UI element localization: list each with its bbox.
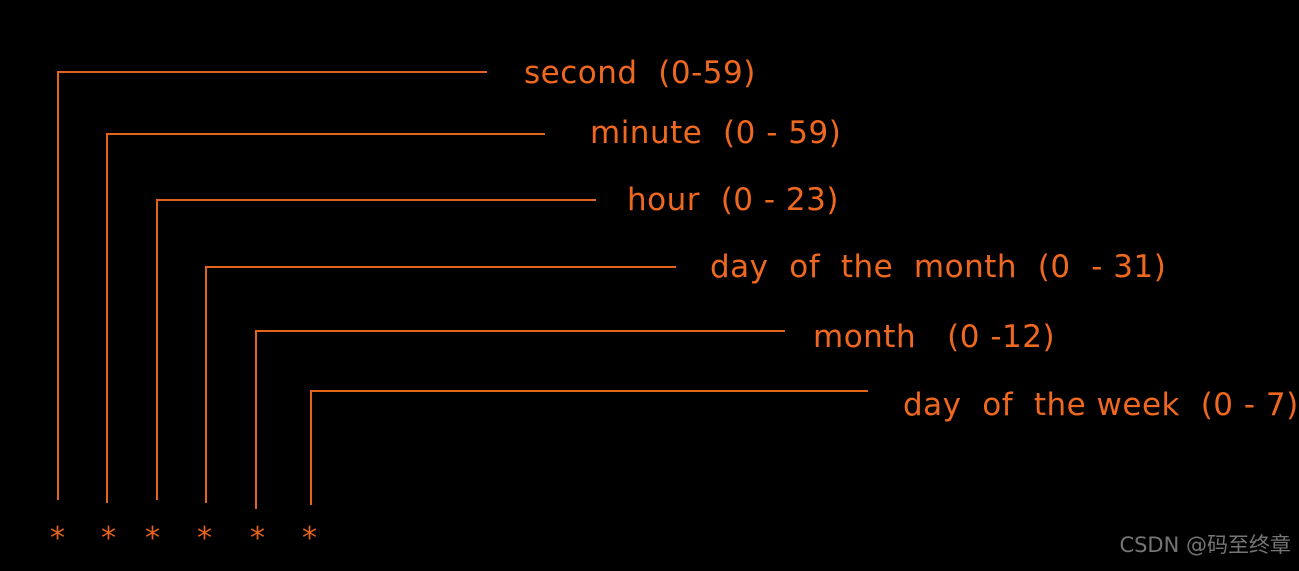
asterisk-day-of-month: * (197, 521, 212, 556)
diagram-canvas: second (0-59) minute (0 - 59) hour (0 - … (0, 0, 1299, 571)
asterisk-hour: * (145, 521, 160, 556)
bracket-horizontal-line (156, 199, 596, 201)
label-hour: hour (0 - 23) (627, 182, 839, 218)
bracket-vertical-line (57, 71, 59, 500)
bracket-horizontal-line (255, 330, 785, 332)
label-minute: minute (0 - 59) (590, 115, 842, 151)
bracket-horizontal-line (310, 390, 868, 392)
bracket-vertical-line (310, 390, 312, 505)
bracket-horizontal-line (205, 266, 676, 268)
bracket-vertical-line (205, 266, 207, 503)
bracket-vertical-line (106, 133, 108, 503)
bracket-horizontal-line (106, 133, 545, 135)
bracket-horizontal-line (57, 71, 487, 73)
csdn-watermark: CSDN @码至终章 (1119, 533, 1291, 557)
label-day-of-month: day of the month (0 - 31) (710, 249, 1167, 285)
bracket-vertical-line (255, 330, 257, 509)
label-month: month (0 -12) (813, 319, 1056, 355)
asterisk-second: * (50, 521, 65, 556)
asterisk-month: * (250, 521, 265, 556)
label-second: second (0-59) (524, 55, 756, 91)
bracket-vertical-line (156, 199, 158, 500)
asterisk-day-of-week: * (302, 521, 317, 556)
label-day-of-week: day of the week (0 - 7) (903, 387, 1299, 423)
asterisk-minute: * (101, 521, 116, 556)
